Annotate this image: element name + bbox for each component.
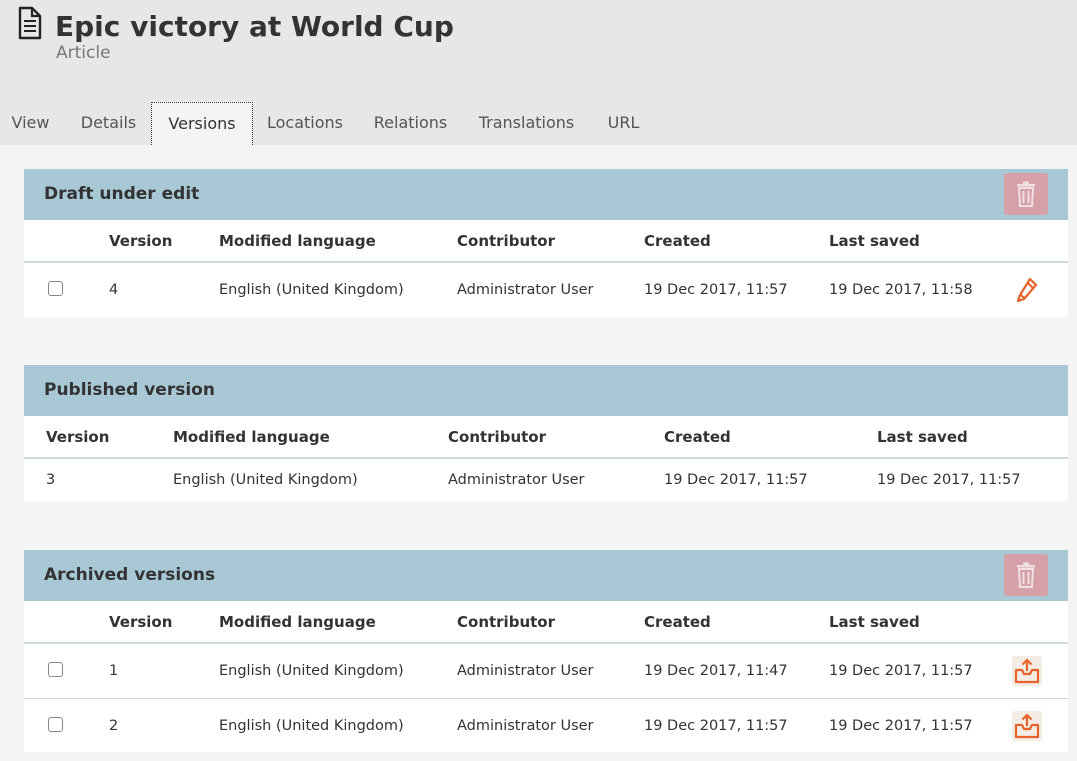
column-header-contributor: Contributor: [448, 428, 546, 446]
column-header-created: Created: [644, 613, 711, 631]
modified-language: English (United Kingdom): [219, 663, 404, 679]
table-row: 4 English (United Kingdom) Administrator…: [24, 263, 1068, 317]
column-header-contributor: Contributor: [457, 613, 555, 631]
table-row: 3 English (United Kingdom) Administrator…: [24, 459, 1068, 501]
table-row: 2 English (United Kingdom) Administrator…: [24, 698, 1068, 752]
contributor: Administrator User: [457, 282, 594, 298]
panel-title: Published version: [44, 380, 215, 400]
content-header: Epic victory at World Cup Article View D…: [0, 0, 1077, 145]
created-date: 19 Dec 2017, 11:57: [664, 472, 808, 488]
table-header: Version Modified language Contributor Cr…: [24, 416, 1068, 459]
row-checkbox[interactable]: [48, 662, 63, 677]
last-saved-date: 19 Dec 2017, 11:57: [829, 718, 973, 734]
edit-draft-button[interactable]: [1012, 275, 1042, 305]
content-type-label: Article: [56, 43, 111, 63]
column-header-last-saved: Last saved: [877, 428, 968, 446]
panel-title: Draft under edit: [44, 184, 200, 204]
tab-url[interactable]: URL: [598, 102, 649, 145]
version-number: 1: [109, 663, 119, 679]
contributor: Administrator User: [457, 718, 594, 734]
column-header-last-saved: Last saved: [829, 232, 920, 250]
page-title: Epic victory at World Cup: [55, 10, 454, 43]
column-header-language: Modified language: [173, 428, 330, 446]
contributor: Administrator User: [457, 663, 594, 679]
created-date: 19 Dec 2017, 11:57: [644, 282, 788, 298]
last-saved-date: 19 Dec 2017, 11:58: [829, 282, 973, 298]
tab-details[interactable]: Details: [66, 102, 151, 145]
tab-relations[interactable]: Relations: [362, 102, 459, 145]
archive-restore-icon: [1014, 713, 1040, 739]
version-number: 4: [109, 282, 119, 298]
version-number: 3: [46, 472, 56, 488]
delete-archived-button[interactable]: [1004, 554, 1048, 596]
last-saved-date: 19 Dec 2017, 11:57: [829, 663, 973, 679]
panel-header: Draft under edit: [24, 169, 1068, 220]
archived-versions-panel: Archived versions Version Modified langu…: [24, 550, 1068, 752]
column-header-language: Modified language: [219, 613, 376, 631]
panel-header: Archived versions: [24, 550, 1068, 601]
document-icon: [18, 6, 42, 40]
column-header-version: Version: [46, 428, 110, 446]
created-date: 19 Dec 2017, 11:57: [644, 718, 788, 734]
modified-language: English (United Kingdom): [219, 718, 404, 734]
panel-header: Published version: [24, 365, 1068, 416]
column-header-version: Version: [109, 232, 173, 250]
archive-restore-icon: [1014, 658, 1040, 684]
column-header-contributor: Contributor: [457, 232, 555, 250]
tab-view[interactable]: View: [0, 102, 61, 145]
tab-locations[interactable]: Locations: [257, 102, 353, 145]
table-header: Version Modified language Contributor Cr…: [24, 601, 1068, 644]
row-checkbox[interactable]: [48, 717, 63, 732]
last-saved-date: 19 Dec 2017, 11:57: [877, 472, 1021, 488]
restore-version-button[interactable]: [1012, 656, 1042, 686]
pencil-icon: [1016, 277, 1038, 303]
version-number: 2: [109, 718, 119, 734]
trash-icon: [1017, 181, 1035, 207]
table-header: Version Modified language Contributor Cr…: [24, 220, 1068, 263]
restore-version-button[interactable]: [1012, 711, 1042, 741]
published-version-panel: Published version Version Modified langu…: [24, 365, 1068, 501]
column-header-created: Created: [664, 428, 731, 446]
draft-versions-panel: Draft under edit Version Modified langua…: [24, 169, 1068, 317]
delete-drafts-button[interactable]: [1004, 173, 1048, 215]
table-row: 1 English (United Kingdom) Administrator…: [24, 644, 1068, 698]
column-header-created: Created: [644, 232, 711, 250]
tab-translations[interactable]: Translations: [466, 102, 587, 145]
row-checkbox[interactable]: [48, 281, 63, 296]
created-date: 19 Dec 2017, 11:47: [644, 663, 788, 679]
modified-language: English (United Kingdom): [173, 472, 358, 488]
modified-language: English (United Kingdom): [219, 282, 404, 298]
column-header-version: Version: [109, 613, 173, 631]
trash-icon: [1017, 562, 1035, 588]
tab-versions[interactable]: Versions: [151, 102, 253, 145]
column-header-language: Modified language: [219, 232, 376, 250]
column-header-last-saved: Last saved: [829, 613, 920, 631]
contributor: Administrator User: [448, 472, 585, 488]
panel-title: Archived versions: [44, 565, 216, 585]
